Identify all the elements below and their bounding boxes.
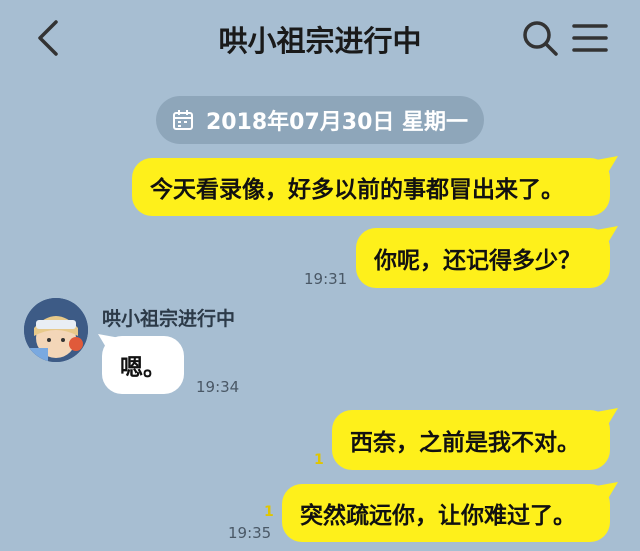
menu-icon xyxy=(572,24,608,52)
message-text: 嗯。 xyxy=(120,355,166,381)
message-bubble-outgoing[interactable]: 突然疏远你，让你难过了。 xyxy=(282,484,610,542)
message-bubble-outgoing[interactable]: 今天看录像，好多以前的事都冒出来了。 xyxy=(132,158,610,216)
message-bubble-outgoing[interactable]: 你呢，还记得多少？ xyxy=(356,228,610,288)
avatar[interactable] xyxy=(24,298,88,362)
top-bar: 哄小祖宗进行中 xyxy=(0,0,640,78)
search-button[interactable] xyxy=(518,16,562,60)
message-time: 19:31 xyxy=(304,270,348,288)
message-bubble-outgoing[interactable]: 西奈，之前是我不对。 xyxy=(332,410,610,470)
unread-count: 1 xyxy=(314,452,324,468)
bubble-tail xyxy=(596,156,618,176)
bubble-tail xyxy=(98,334,120,354)
date-text: 2018年07月30日 星期一 xyxy=(205,110,469,135)
avatar-illustration xyxy=(24,298,88,362)
date-divider: 2018年07月30日 星期一 xyxy=(156,96,484,144)
message-text: 你呢，还记得多少？ xyxy=(374,248,581,274)
message-text: 西奈，之前是我不对。 xyxy=(350,430,580,456)
bubble-tail xyxy=(596,226,618,246)
calendar-icon xyxy=(172,110,193,130)
message-time: 19:34 xyxy=(196,378,240,396)
bubble-tail xyxy=(596,482,618,502)
unread-count: 1 xyxy=(264,504,274,520)
message-text: 今天看录像，好多以前的事都冒出来了。 xyxy=(150,177,564,203)
bubble-tail xyxy=(596,408,618,428)
message-time: 19:35 xyxy=(228,524,272,542)
message-text: 突然疏远你，让你难过了。 xyxy=(300,503,576,529)
menu-button[interactable] xyxy=(570,18,610,58)
sender-name: 哄小祖宗进行中 xyxy=(102,308,236,330)
search-icon xyxy=(523,21,558,56)
